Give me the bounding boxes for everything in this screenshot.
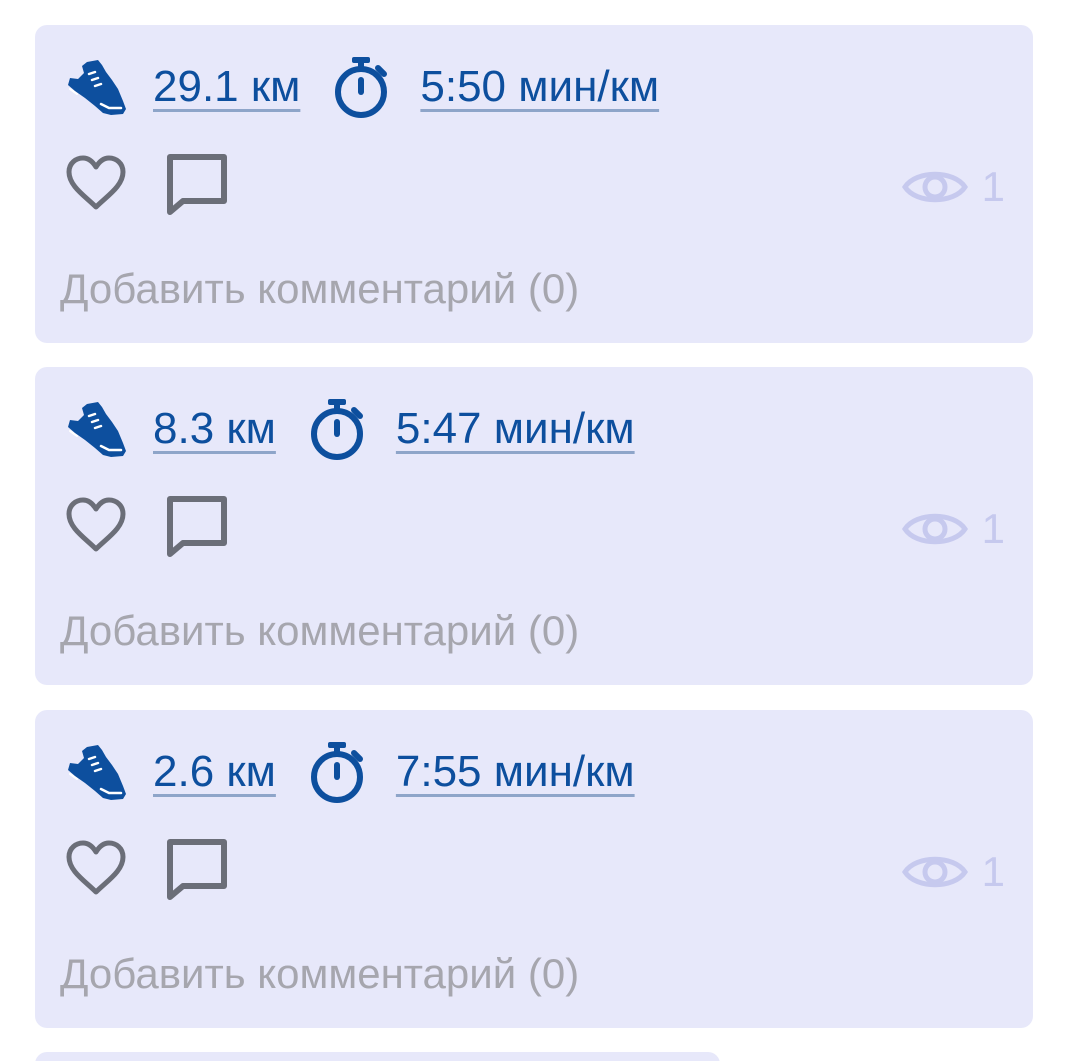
distance-link[interactable]: 8.3 км: [153, 404, 276, 454]
workout-actions: 1: [65, 838, 1005, 902]
comment-icon[interactable]: [165, 153, 229, 215]
views-counter: 1: [902, 163, 1005, 211]
stopwatch-icon: [308, 741, 366, 803]
workout-stats: 29.1 км 5:50 мин/км: [65, 57, 659, 117]
heart-icon[interactable]: [65, 497, 127, 553]
heart-icon[interactable]: [65, 155, 127, 211]
eye-icon: [902, 165, 968, 209]
running-shoe-icon: [65, 400, 129, 458]
add-comment-link[interactable]: Добавить комментарий (0): [60, 950, 579, 998]
pace-link[interactable]: 7:55 мин/км: [396, 747, 635, 797]
workout-card: 2.6 км 7:55 мин/км 1 Добавить комментари…: [35, 710, 1033, 1028]
comment-icon[interactable]: [165, 495, 229, 557]
eye-icon: [902, 507, 968, 551]
views-count: 1: [981, 848, 1005, 895]
stopwatch-icon: [332, 56, 390, 118]
comment-icon[interactable]: [165, 838, 229, 900]
workout-card: 29.1 км 5:50 мин/км 1 Добавить комментар…: [35, 25, 1033, 343]
heart-icon[interactable]: [65, 840, 127, 896]
workout-stats: 8.3 км 5:47 мин/км: [65, 399, 635, 459]
pace-link[interactable]: 5:50 мин/км: [420, 62, 659, 112]
workout-actions: 1: [65, 153, 1005, 217]
eye-icon: [902, 850, 968, 894]
pace-link[interactable]: 5:47 мин/км: [396, 404, 635, 454]
running-shoe-icon: [65, 58, 129, 116]
running-shoe-icon: [65, 743, 129, 801]
workout-actions: 1: [65, 495, 1005, 559]
distance-link[interactable]: 2.6 км: [153, 747, 276, 797]
views-counter: 1: [902, 848, 1005, 896]
views-count: 1: [981, 163, 1005, 210]
stopwatch-icon: [308, 398, 366, 460]
workout-feed: 29.1 км 5:50 мин/км 1 Добавить комментар…: [0, 0, 1079, 1061]
workout-stats: 2.6 км 7:55 мин/км: [65, 742, 635, 802]
distance-link[interactable]: 29.1 км: [153, 62, 300, 112]
add-comment-link[interactable]: Добавить комментарий (0): [60, 607, 579, 655]
workout-card-partial: [35, 1052, 720, 1061]
workout-card: 8.3 км 5:47 мин/км 1 Добавить комментари…: [35, 367, 1033, 685]
add-comment-link[interactable]: Добавить комментарий (0): [60, 265, 579, 313]
views-counter: 1: [902, 505, 1005, 553]
views-count: 1: [981, 505, 1005, 552]
